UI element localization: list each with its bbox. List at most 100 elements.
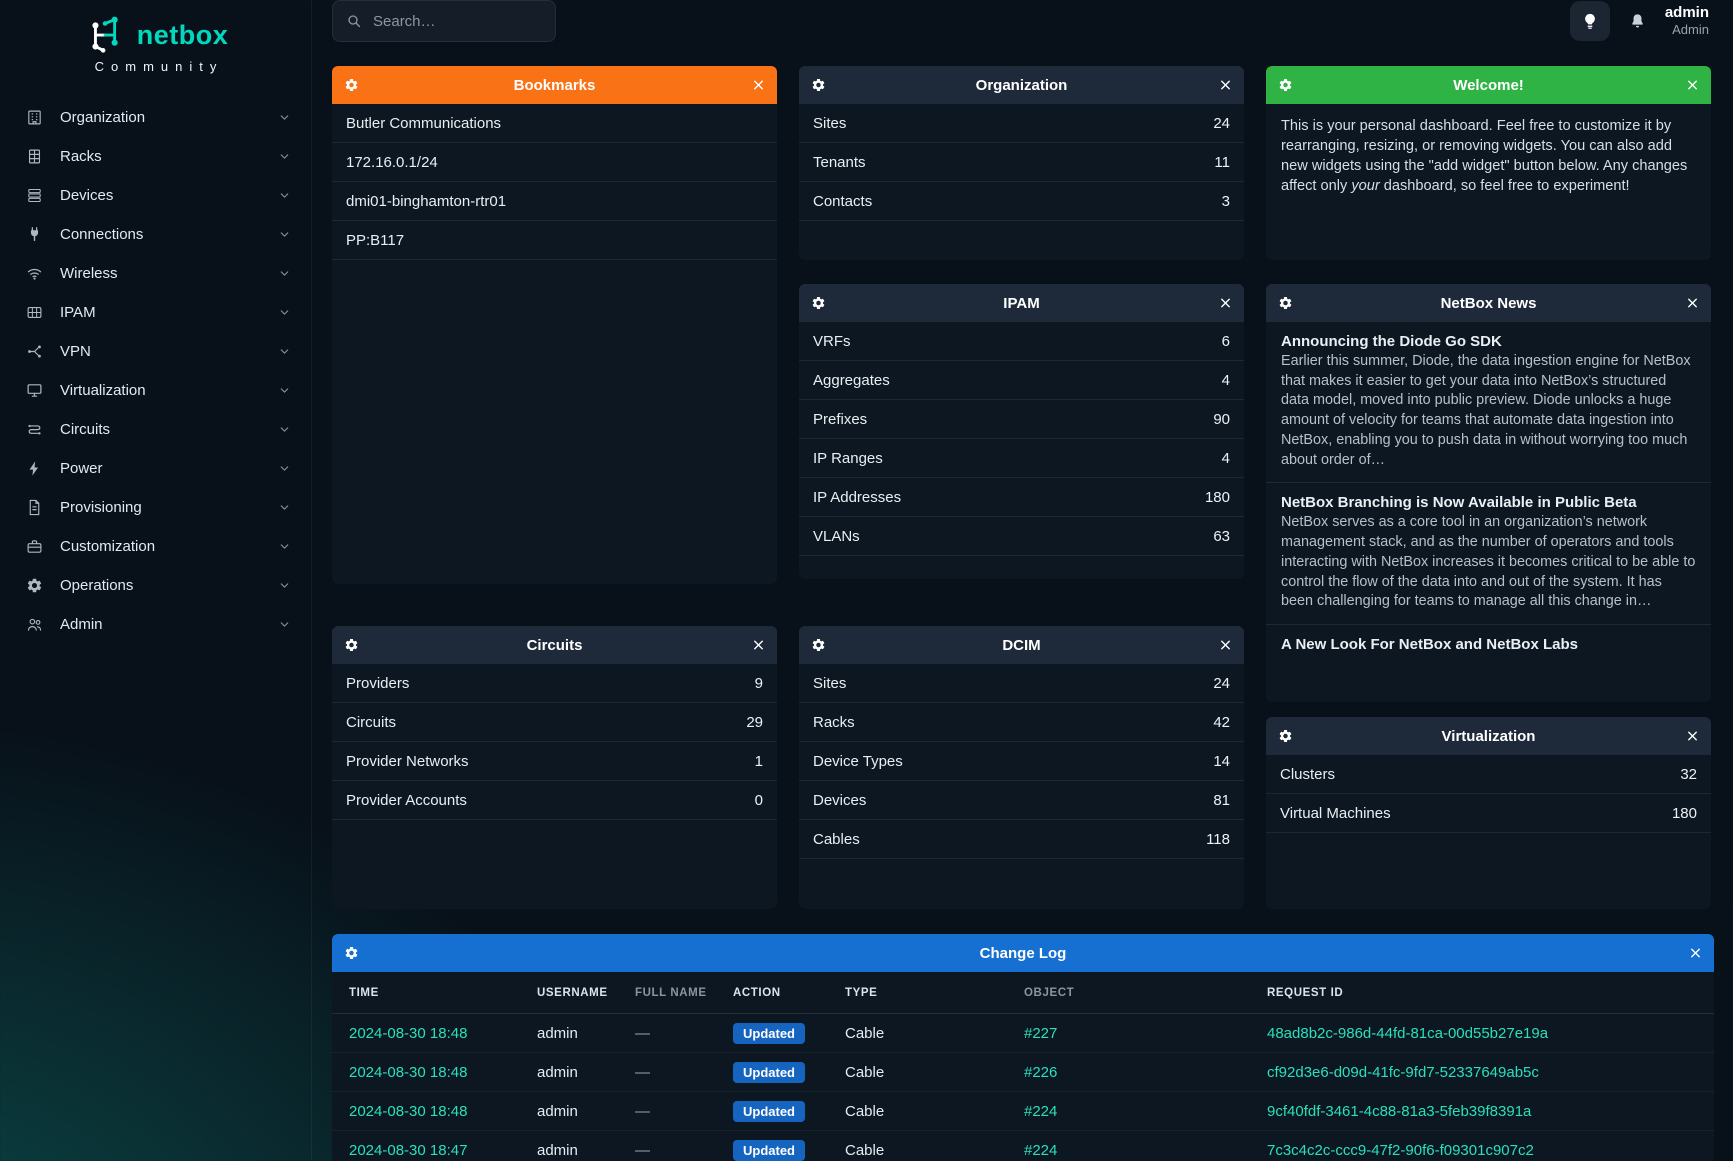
stat-link[interactable]: Aggregates [813, 372, 890, 389]
widget-close-button[interactable] [1685, 729, 1700, 744]
stat-link[interactable]: VLANs [813, 528, 860, 545]
widget-welcome-header[interactable]: Welcome! [1266, 66, 1711, 104]
stat-link[interactable]: Provider Networks [346, 753, 469, 770]
widget-bookmarks-header[interactable]: Bookmarks [332, 66, 777, 104]
stat-link[interactable]: Providers [346, 675, 409, 692]
widget-config-button[interactable] [344, 638, 359, 653]
news-article-link[interactable]: A New Look For NetBox and NetBox Labs [1281, 636, 1696, 653]
changelog-time-link[interactable]: 2024-08-30 18:48 [349, 1064, 537, 1081]
news-article-link[interactable]: Announcing the Diode Go SDK [1281, 333, 1696, 350]
sidebar-item-operations[interactable]: Operations [0, 566, 311, 605]
stat-link[interactable]: Contacts [813, 193, 872, 210]
widget-close-button[interactable] [1218, 78, 1233, 93]
changelog-time-link[interactable]: 2024-08-30 18:48 [349, 1103, 537, 1120]
sidebar-item-wireless[interactable]: Wireless [0, 254, 311, 293]
changelog-username: admin [537, 1064, 635, 1081]
stat-list: Sites24Racks42Device Types14Devices81Cab… [799, 664, 1244, 859]
stat-link[interactable]: IP Ranges [813, 450, 883, 467]
changelog-action-badge[interactable]: Updated [733, 1101, 805, 1122]
changelog-action-badge[interactable]: Updated [733, 1062, 805, 1083]
changelog-column-header[interactable]: TYPE [845, 987, 1024, 999]
changelog-time-link[interactable]: 2024-08-30 18:47 [349, 1142, 537, 1159]
changelog-request-id-link[interactable]: 7c3c4c2c-ccc9-47f2-90f6-f09301c907c2 [1267, 1142, 1714, 1159]
user-menu[interactable]: admin Admin [1665, 4, 1709, 37]
changelog-object-link[interactable]: #224 [1024, 1142, 1267, 1159]
stat-link[interactable]: Cables [813, 831, 860, 848]
stat-link[interactable]: Sites [813, 675, 846, 692]
sidebar-item-circuits[interactable]: Circuits [0, 410, 311, 449]
stat-link[interactable]: Sites [813, 115, 846, 132]
changelog-column-header[interactable]: REQUEST ID [1267, 987, 1714, 999]
bookmark-link[interactable]: 172.16.0.1/24 [346, 154, 438, 171]
changelog-column-header[interactable]: ACTION [733, 987, 845, 999]
sidebar-item-customization[interactable]: Customization [0, 527, 311, 566]
widget-ipam-header[interactable]: IPAM [799, 284, 1244, 322]
sidebar-item-vpn[interactable]: VPN [0, 332, 311, 371]
search-input[interactable] [373, 13, 572, 30]
changelog-object-link[interactable]: #226 [1024, 1064, 1267, 1081]
changelog-column-header[interactable]: USERNAME [537, 987, 635, 999]
changelog-object-link[interactable]: #227 [1024, 1025, 1267, 1042]
changelog-request-id-link[interactable]: 9cf40fdf-3461-4c88-81a3-5feb39f8391a [1267, 1103, 1714, 1120]
stat-link[interactable]: Device Types [813, 753, 903, 770]
widget-virtualization-header[interactable]: Virtualization [1266, 717, 1711, 755]
sidebar-item-provisioning[interactable]: Provisioning [0, 488, 311, 527]
news-article-link[interactable]: NetBox Branching is Now Available in Pub… [1281, 494, 1696, 511]
widget-config-button[interactable] [1278, 296, 1293, 311]
stat-link[interactable]: Tenants [813, 154, 866, 171]
widget-config-button[interactable] [811, 638, 826, 653]
stat-link[interactable]: Racks [813, 714, 855, 731]
sidebar-item-racks[interactable]: Racks [0, 137, 311, 176]
theme-toggle-button[interactable] [1570, 1, 1610, 41]
sidebar-item-virtualization[interactable]: Virtualization [0, 371, 311, 410]
widget-config-button[interactable] [1278, 729, 1293, 744]
widget-close-button[interactable] [1685, 296, 1700, 311]
widget-close-button[interactable] [751, 638, 766, 653]
widget-config-button[interactable] [344, 946, 359, 961]
widget-close-button[interactable] [1688, 946, 1703, 961]
sidebar-item-connections[interactable]: Connections [0, 215, 311, 254]
widget-circuits-header[interactable]: Circuits [332, 626, 777, 664]
bookmark-link[interactable]: Butler Communications [346, 115, 501, 132]
widget-close-button[interactable] [751, 78, 766, 93]
widget-news-header[interactable]: NetBox News [1266, 284, 1711, 322]
search-box[interactable] [332, 0, 556, 42]
changelog-column-header[interactable]: OBJECT [1024, 987, 1267, 999]
changelog-request-id-link[interactable]: 48ad8b2c-986d-44fd-81ca-00d55b27e19a [1267, 1025, 1714, 1042]
changelog-column-header[interactable]: FULL NAME [635, 987, 733, 999]
changelog-action-badge[interactable]: Updated [733, 1140, 805, 1161]
brand-logo[interactable]: netbox Community [0, 12, 311, 74]
bookmark-link[interactable]: dmi01-binghamton-rtr01 [346, 193, 506, 210]
widget-close-button[interactable] [1218, 296, 1233, 311]
sidebar-item-devices[interactable]: Devices [0, 176, 311, 215]
stat-link[interactable]: IP Addresses [813, 489, 901, 506]
stat-link[interactable]: Virtual Machines [1280, 805, 1391, 822]
bookmark-link[interactable]: PP:B117 [346, 232, 404, 249]
sidebar-item-ipam[interactable]: IPAM [0, 293, 311, 332]
widget-close-button[interactable] [1218, 638, 1233, 653]
sidebar-item-organization[interactable]: Organization [0, 98, 311, 137]
stat-link[interactable]: Clusters [1280, 766, 1335, 783]
stat-link[interactable]: VRFs [813, 333, 851, 350]
stat-link[interactable]: Prefixes [813, 411, 867, 428]
notifications-button[interactable] [1628, 12, 1647, 31]
widget-organization-header[interactable]: Organization [799, 66, 1244, 104]
widget-close-button[interactable] [1685, 78, 1700, 93]
stat-link[interactable]: Circuits [346, 714, 396, 731]
widget-config-button[interactable] [344, 78, 359, 93]
sidebar-item-admin[interactable]: Admin [0, 605, 311, 644]
changelog-action-badge[interactable]: Updated [733, 1023, 805, 1044]
changelog-request-id-link[interactable]: cf92d3e6-d09d-41fc-9fd7-52337649ab5c [1267, 1064, 1714, 1081]
changelog-column-header[interactable]: TIME [349, 987, 537, 999]
sidebar-item-power[interactable]: Power [0, 449, 311, 488]
widget-changelog-header[interactable]: Change Log [332, 934, 1714, 972]
widget-config-button[interactable] [811, 296, 826, 311]
changelog-object-link[interactable]: #224 [1024, 1103, 1267, 1120]
widget-dcim-header[interactable]: DCIM [799, 626, 1244, 664]
widget-config-button[interactable] [811, 78, 826, 93]
changelog-time-link[interactable]: 2024-08-30 18:48 [349, 1025, 537, 1042]
stat-link[interactable]: Devices [813, 792, 866, 809]
widget-config-button[interactable] [1278, 78, 1293, 93]
stat-row: Tenants11 [799, 143, 1244, 182]
stat-link[interactable]: Provider Accounts [346, 792, 467, 809]
